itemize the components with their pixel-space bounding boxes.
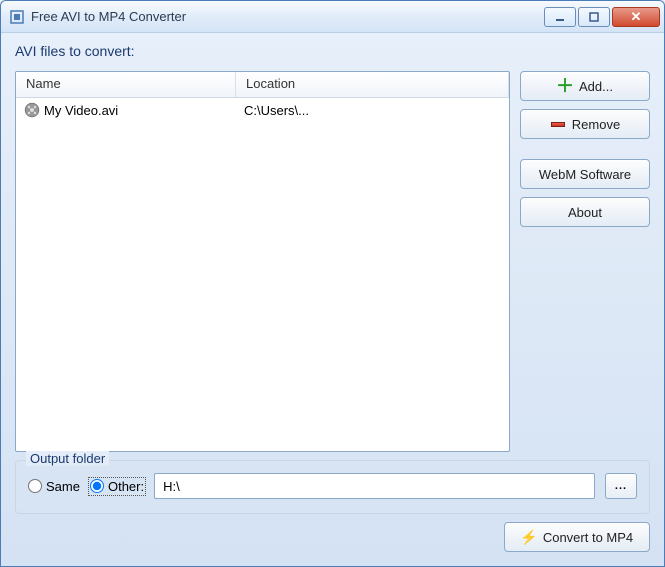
close-button[interactable]: ✕ [612, 7, 660, 27]
radio-other[interactable]: Other: [90, 479, 144, 494]
file-list[interactable]: Name Location [15, 71, 510, 452]
window-title: Free AVI to MP4 Converter [31, 9, 544, 24]
add-label: Add... [579, 79, 613, 94]
side-buttons: ＋ Add... Remove WebM Software About [520, 71, 650, 452]
col-header-location[interactable]: Location [236, 72, 509, 97]
top-area: Name Location [15, 71, 650, 452]
video-file-icon [24, 102, 40, 118]
col-header-name[interactable]: Name [16, 72, 236, 97]
output-folder-group: Output folder Same Other: ... [15, 460, 650, 514]
list-item[interactable]: My Video.avi C:\Users\... [16, 98, 509, 122]
add-button[interactable]: ＋ Add... [520, 71, 650, 101]
file-name: My Video.avi [44, 103, 118, 118]
file-location-cell: C:\Users\... [236, 103, 509, 118]
radio-same-label: Same [46, 479, 80, 494]
about-label: About [568, 205, 602, 220]
browse-button[interactable]: ... [605, 473, 637, 499]
remove-button[interactable]: Remove [520, 109, 650, 139]
client-area: AVI files to convert: Name Location [1, 33, 664, 566]
minimize-button[interactable] [544, 7, 576, 27]
list-body: My Video.avi C:\Users\... [16, 98, 509, 122]
app-icon [9, 9, 25, 25]
radio-other-input[interactable] [90, 479, 104, 493]
output-legend: Output folder [26, 451, 109, 466]
convert-label: Convert to MP4 [543, 530, 633, 545]
maximize-button[interactable] [578, 7, 610, 27]
browse-label: ... [615, 480, 627, 492]
webm-label: WebM Software [539, 167, 631, 182]
files-label: AVI files to convert: [15, 43, 650, 59]
plus-icon: ＋ [557, 78, 573, 94]
radio-other-label: Other: [108, 479, 144, 494]
file-location: C:\Users\... [244, 103, 309, 118]
remove-label: Remove [572, 117, 620, 132]
convert-button[interactable]: ⚡ Convert to MP4 [504, 522, 650, 552]
app-window: Free AVI to MP4 Converter ✕ AVI files to… [0, 0, 665, 567]
bolt-icon: ⚡ [521, 529, 537, 545]
output-path-input[interactable] [154, 473, 595, 499]
output-row: Same Other: ... [28, 473, 637, 499]
bottom-bar: ⚡ Convert to MP4 [15, 522, 650, 552]
titlebar: Free AVI to MP4 Converter ✕ [1, 1, 664, 33]
radio-same[interactable]: Same [28, 479, 80, 494]
about-button[interactable]: About [520, 197, 650, 227]
window-controls: ✕ [544, 7, 664, 27]
list-header: Name Location [16, 72, 509, 98]
webm-button[interactable]: WebM Software [520, 159, 650, 189]
minus-icon [550, 116, 566, 132]
file-name-cell: My Video.avi [16, 102, 236, 118]
radio-same-input[interactable] [28, 479, 42, 493]
